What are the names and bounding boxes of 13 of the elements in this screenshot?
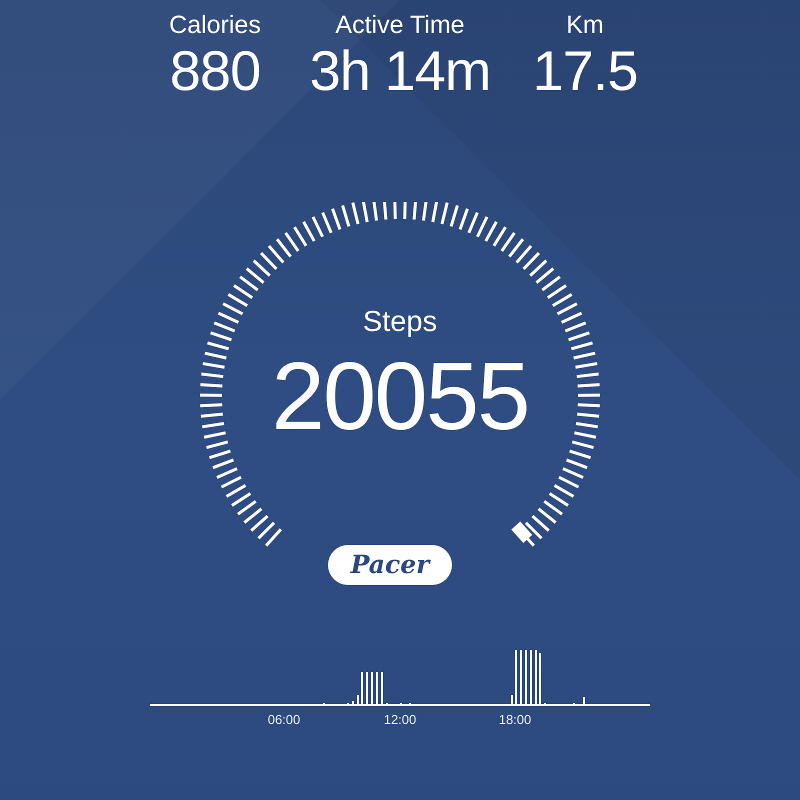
steps-count: 20055	[272, 342, 528, 452]
gauge-pointer	[511, 522, 532, 543]
stat-label: Active Time	[335, 10, 465, 40]
stat-value: 17.5	[532, 40, 638, 102]
stat-label: Km	[566, 10, 604, 40]
pacer-logo-button[interactable]: Pacer	[328, 545, 452, 585]
stat-value: 3h 14m	[310, 40, 490, 102]
time-label: 06:00	[268, 712, 300, 727]
time-label: 18:00	[498, 712, 532, 727]
steps-label: Steps	[362, 305, 438, 340]
time-label: 12:00	[384, 712, 416, 727]
stat-value: 880	[170, 40, 260, 102]
stat-label: Calories	[169, 10, 261, 40]
